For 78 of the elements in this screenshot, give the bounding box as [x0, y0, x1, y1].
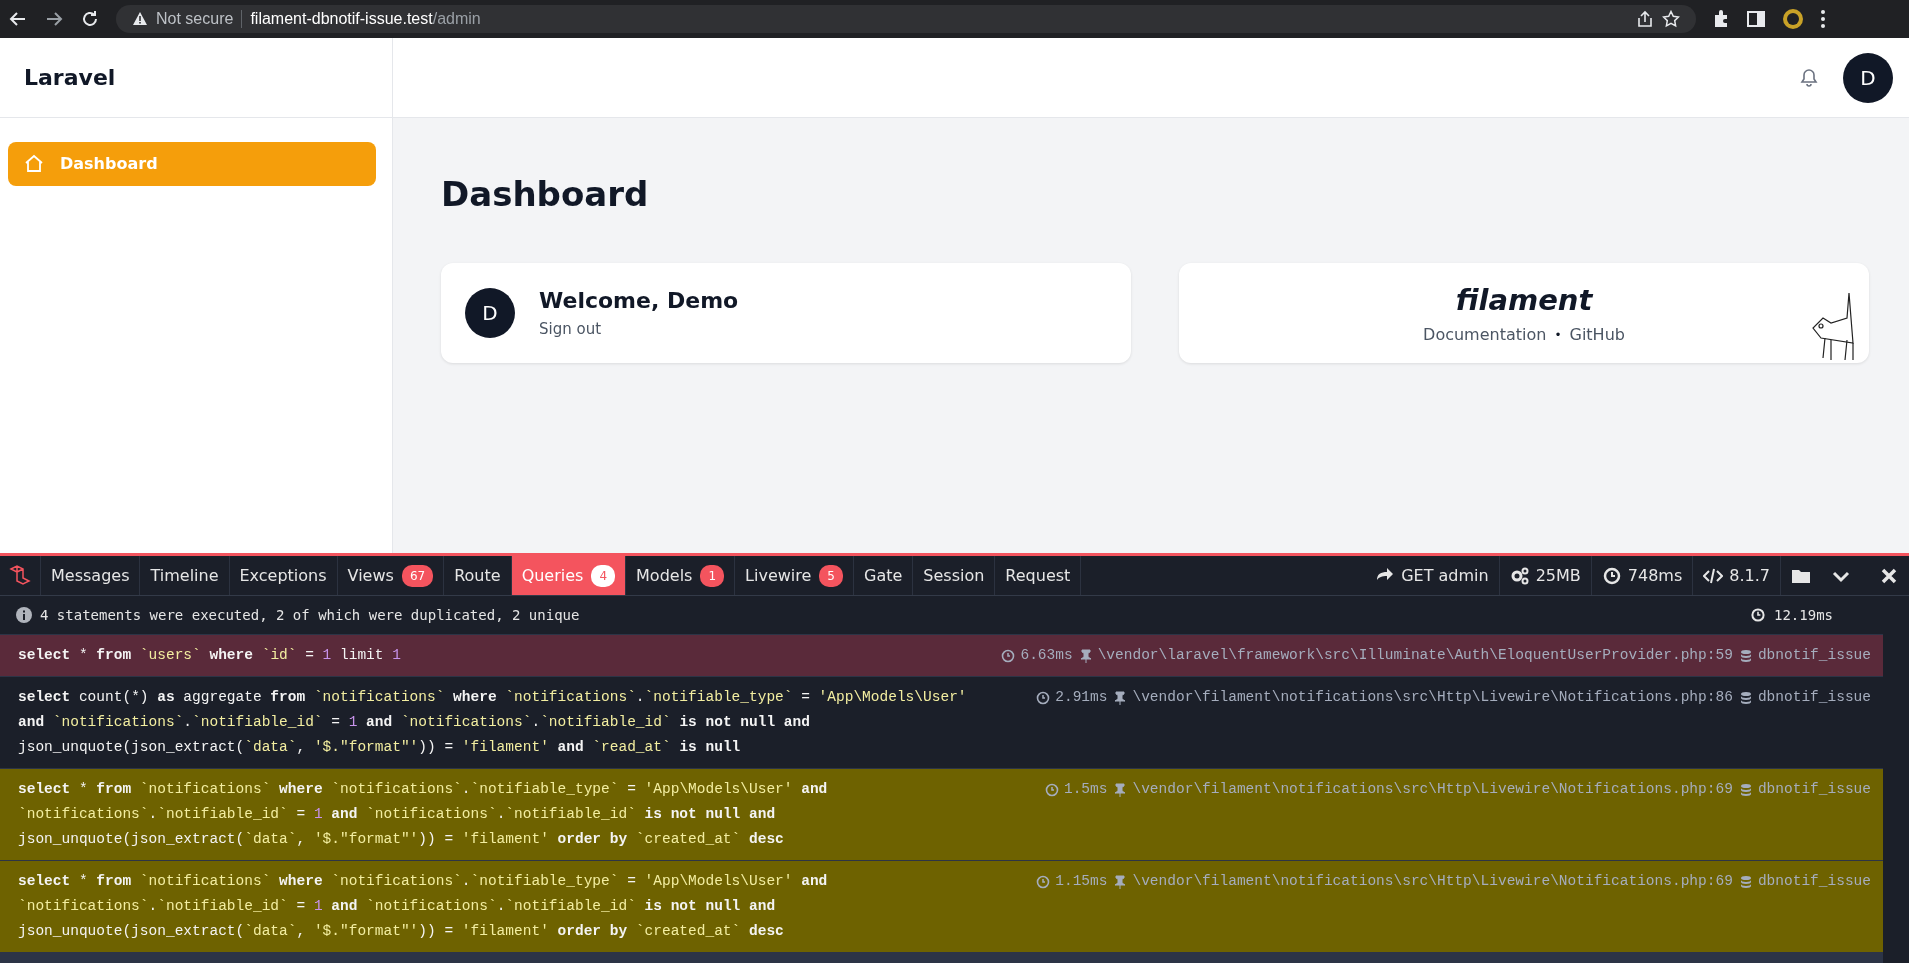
separator-dot: • — [1554, 326, 1562, 344]
clock-icon — [1601, 565, 1622, 586]
query-source: \vendor\laravel\framework\src\Illuminate\Auth\EloquentUserProvider.php:59 — [1078, 643, 1733, 668]
debug-tab[interactable]: Views 67 — [337, 556, 445, 595]
documentation-link[interactable]: Documentation — [1423, 322, 1547, 347]
sign-out-link[interactable]: Sign out — [539, 318, 602, 341]
debug-tab[interactable]: Route — [444, 556, 512, 595]
debug-tab[interactable]: Livewire 5 — [735, 556, 854, 595]
pin-icon — [1078, 648, 1093, 663]
database-icon — [1738, 874, 1753, 889]
info-icon — [16, 607, 32, 623]
home-icon — [24, 154, 44, 174]
query-source: \vendor\filament\notifications\src\Http\Livewire\Notifications.php:86 — [1113, 685, 1733, 710]
clock-icon — [1044, 782, 1059, 797]
query-duration: 1.5ms — [1044, 777, 1108, 802]
query-duration: 6.63ms — [1001, 643, 1073, 668]
share-icon[interactable] — [1636, 10, 1654, 28]
security-label: Not secure — [156, 9, 234, 29]
clock-icon — [1036, 690, 1051, 705]
profile-avatar-icon[interactable] — [1782, 8, 1804, 30]
count-badge: 5 — [819, 564, 843, 587]
sql-statement: select count(*) as aggregate from `notifications` where `notifications`.`notifiable_type` = 'App\Models\User' and `notifications`.`notifiable_id` = 1 and `notifications`.`notifiable_id` is not null and json_unquote(json_extract(`data`, '$."format"')) = 'filament' and `read_at` is null — [18, 688, 967, 757]
page-title: Dashboard — [441, 174, 650, 215]
debug-tab[interactable]: Session — [913, 556, 996, 595]
user-avatar: D — [465, 287, 515, 338]
url-host: filament-dbnotif-issue.test — [250, 9, 433, 29]
filament-logo: filament — [1454, 282, 1594, 320]
brand-name[interactable]: Laravel — [24, 61, 116, 94]
request-indicator: GET admin — [1401, 564, 1489, 587]
reload-icon[interactable] — [80, 9, 100, 29]
debug-tab[interactable]: Models 1 — [626, 556, 736, 595]
count-badge: 67 — [401, 564, 434, 587]
query-duration: 2.91ms — [1036, 685, 1108, 710]
count-badge: 1 — [700, 564, 725, 587]
sql-statement: select* from `notifications` where `notifications`.`notifiable_type` = 'App\Models\User' and `notifications`.`notifiable_id` = 1 and `notifications`.`notifiable_id` is not null and json_unquote(json_extract(`data`, '$."format"')) = 'filament' order by `created_at` desc — [18, 872, 828, 941]
sql-statement: select* from `notifications` where `notifications`.`notifiable_type` = 'App\Models\User' and `notifications`.`notifiable_id` = 1 and `notifications`.`notifiable_id` is not null and json_unquote(json_extract(`data`, '$."format"')) = 'filament' order by `created_at` desc — [18, 780, 828, 849]
more-icon[interactable] — [1820, 9, 1826, 29]
url-path: /admin — [432, 9, 481, 29]
address-bar[interactable]: Not secure filament-dbnotif-issue.test/admin — [116, 5, 1696, 33]
bell-icon[interactable] — [1799, 67, 1819, 88]
clock-icon — [1001, 648, 1016, 663]
user-avatar[interactable]: D — [1843, 52, 1893, 103]
total-time: 12.19ms — [1774, 605, 1833, 625]
query-duration: 1.15ms — [1036, 869, 1108, 894]
pin-icon — [1113, 782, 1128, 797]
query-connection: dbnotif_issue — [1738, 643, 1871, 668]
sidebar-icon[interactable] — [1746, 9, 1766, 29]
time-indicator: 748ms — [1627, 564, 1683, 587]
debug-tab[interactable]: Exceptions — [229, 556, 338, 595]
query-source: \vendor\filament\notifications\src\Http\Livewire\Notifications.php:69 — [1113, 777, 1733, 802]
puzzle-icon[interactable] — [1712, 9, 1730, 29]
debug-tab[interactable]: Timeline — [140, 556, 230, 595]
query-connection: dbnotif_issue — [1738, 869, 1871, 894]
pin-icon — [1113, 874, 1128, 889]
star-icon[interactable] — [1662, 10, 1680, 28]
query-summary: 4 statements were executed, 2 of which were duplicated, 2 unique — [40, 605, 580, 625]
count-badge: 4 — [591, 564, 616, 587]
sql-statement: select* from `users` where `id` = 1 limit 1 — [18, 646, 401, 665]
clock-icon — [1036, 874, 1051, 889]
query-connection: dbnotif_issue — [1738, 777, 1871, 802]
github-link[interactable]: GitHub — [1569, 322, 1625, 347]
debug-tab[interactable]: Request — [995, 556, 1082, 595]
debug-tab[interactable]: Gate — [854, 556, 914, 595]
gears-icon — [1509, 565, 1530, 586]
pin-icon — [1113, 690, 1128, 705]
debug-tab[interactable]: Messages — [41, 556, 141, 595]
query-row[interactable] — [0, 676, 1883, 768]
database-icon — [1738, 690, 1753, 705]
welcome-heading: Welcome, Demo — [539, 287, 739, 316]
php-indicator: 8.1.7 — [1729, 564, 1770, 587]
database-icon — [1738, 648, 1753, 663]
query-source: \vendor\filament\notifications\src\Http\Livewire\Notifications.php:69 — [1113, 869, 1733, 894]
query-row[interactable]: select* from `users` where `id` = 1 limit 1 6.63ms \vendor\laravel\framework\src\Illuminate\Auth\EloquentUserProvider.php:59 dbnotif_issue — [0, 634, 1883, 676]
database-icon — [1738, 782, 1753, 797]
query-connection: dbnotif_issue — [1738, 685, 1871, 710]
memory-indicator: 25MB — [1535, 564, 1581, 587]
clock-icon — [1750, 607, 1766, 623]
warning-icon — [132, 11, 148, 27]
